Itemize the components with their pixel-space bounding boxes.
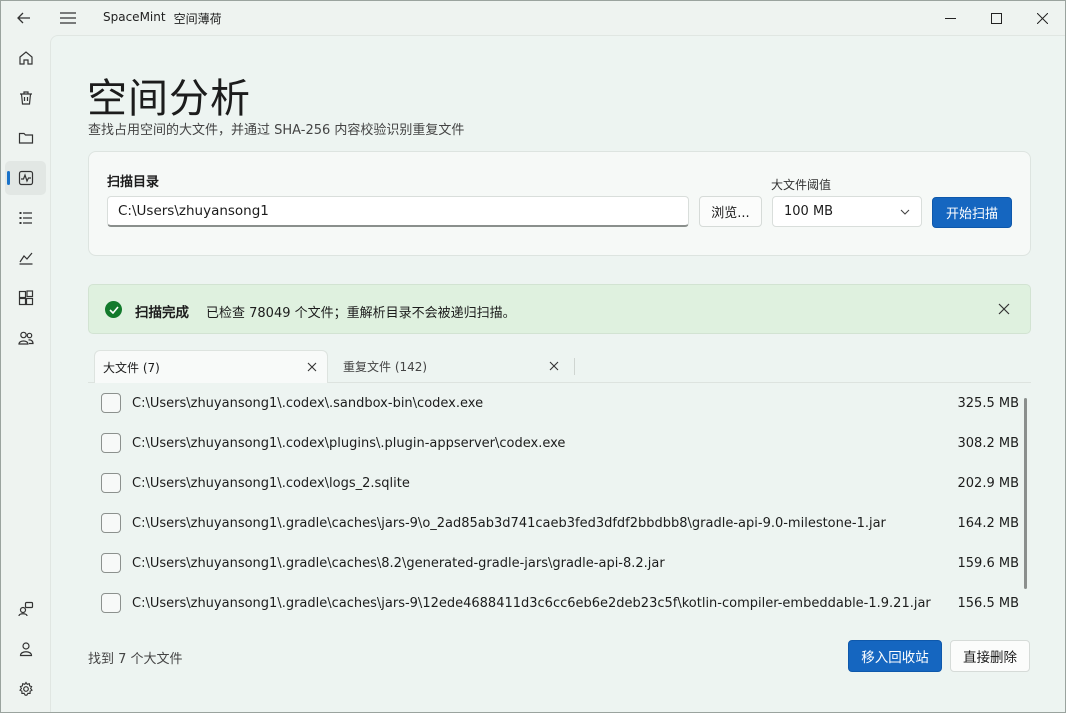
- tab-large-files-label: 大文件 (7): [103, 360, 160, 375]
- file-path: C:\Users\zhuyansong1\.gradle\caches\jars…: [132, 515, 886, 531]
- success-check-icon: [105, 301, 122, 318]
- list-icon: [19, 212, 32, 224]
- app-name-cn: 空间薄荷: [173, 12, 222, 26]
- threshold-value: 100 MB: [784, 204, 834, 219]
- nav-item-cleanup[interactable]: [5, 81, 46, 115]
- list-item[interactable]: C:\Users\zhuyansong1\.codex\plugins\.plu…: [88, 423, 1023, 463]
- activity-icon: [18, 170, 33, 186]
- file-size: 159.6 MB: [957, 555, 1019, 571]
- chart-icon: [19, 252, 32, 265]
- tab-separator: [574, 358, 575, 375]
- info-message: 已检查 78049 个文件；重解析目录不会被递归扫描。: [206, 306, 516, 321]
- threshold-select[interactable]: 100 MB: [772, 196, 922, 227]
- nav-item-account[interactable]: [5, 632, 46, 666]
- app-window: SpaceMint 空间薄荷 空间分析 查找占用空间的大文件，并通过 SHA-2…: [0, 0, 1066, 713]
- file-count-text: 找到 7 个大文件: [88, 652, 183, 667]
- file-size: 202.9 MB: [957, 475, 1019, 491]
- file-checkbox[interactable]: [101, 393, 121, 413]
- app-title: SpaceMint 空间薄荷: [103, 10, 222, 27]
- list-item[interactable]: C:\Users\zhuyansong1\.codex\.sandbox-bin…: [88, 383, 1023, 423]
- start-scan-button[interactable]: 开始扫描: [932, 197, 1012, 228]
- apps-icon: [18, 290, 33, 306]
- file-path: C:\Users\zhuyansong1\.codex\plugins\.plu…: [132, 435, 566, 451]
- page-title: 空间分析: [87, 76, 251, 122]
- close-icon: [998, 303, 1010, 315]
- browse-button[interactable]: 浏览...: [699, 196, 762, 227]
- settings-icon: [18, 681, 33, 696]
- maximize-button[interactable]: [973, 1, 1019, 35]
- file-path: C:\Users\zhuyansong1\.codex\logs_2.sqlit…: [132, 475, 410, 491]
- tab-duplicates[interactable]: 重复文件 (142): [335, 350, 569, 383]
- file-size: 308.2 MB: [957, 435, 1019, 451]
- infobar-close-button[interactable]: [994, 299, 1014, 319]
- folder-icon: [18, 132, 33, 144]
- minimize-icon: [944, 17, 956, 19]
- list-item[interactable]: C:\Users\zhuyansong1\.gradle\caches\jars…: [88, 583, 1023, 623]
- scan-complete-infobar: 扫描完成 已检查 78049 个文件；重解析目录不会被递归扫描。: [88, 284, 1031, 334]
- tab-duplicates-label: 重复文件 (142): [343, 360, 428, 374]
- account-icon: [19, 642, 32, 657]
- close-icon: [307, 362, 317, 372]
- nav-item-users[interactable]: [5, 321, 46, 355]
- trash-icon: [19, 91, 32, 105]
- nav-item-apps[interactable]: [5, 281, 46, 315]
- file-size: 164.2 MB: [957, 515, 1019, 531]
- delete-directly-button[interactable]: 直接删除: [950, 640, 1030, 672]
- list-item[interactable]: C:\Users\zhuyansong1\.codex\logs_2.sqlit…: [88, 463, 1023, 503]
- minimize-button[interactable]: [927, 1, 973, 35]
- back-arrow-icon: [17, 12, 30, 24]
- tab-close-button[interactable]: [547, 359, 561, 373]
- file-path: C:\Users\zhuyansong1\.codex\.sandbox-bin…: [132, 395, 484, 411]
- large-files-list: C:\Users\zhuyansong1\.codex\.sandbox-bin…: [88, 383, 1031, 623]
- result-tabs: 大文件 (7) 重复文件 (142): [88, 350, 1031, 383]
- app-name: SpaceMint: [103, 10, 166, 24]
- nav-item-list[interactable]: [5, 201, 46, 235]
- nav-item-folders[interactable]: [5, 121, 46, 155]
- close-icon: [1036, 12, 1048, 24]
- move-to-recycle-bin-button[interactable]: 移入回收站: [848, 640, 942, 672]
- nav-rail: [1, 35, 51, 712]
- file-checkbox[interactable]: [101, 513, 121, 533]
- file-checkbox[interactable]: [101, 473, 121, 493]
- file-size: 156.5 MB: [957, 595, 1019, 611]
- scan-settings-card: 扫描目录 C:\Users\zhuyansong1 浏览... 大文件阈值 10…: [88, 151, 1031, 256]
- nav-item-home[interactable]: [5, 41, 46, 75]
- scan-dir-label: 扫描目录: [107, 175, 160, 190]
- people-icon: [17, 331, 34, 345]
- close-window-button[interactable]: [1019, 1, 1065, 35]
- maximize-icon: [990, 12, 1002, 24]
- file-checkbox[interactable]: [101, 433, 121, 453]
- file-size: 325.5 MB: [957, 395, 1019, 411]
- menu-button[interactable]: [48, 1, 88, 35]
- nav-item-settings[interactable]: [5, 672, 46, 706]
- info-title: 扫描完成: [135, 305, 189, 321]
- file-path: C:\Users\zhuyansong1\.gradle\caches\8.2\…: [132, 555, 665, 571]
- file-checkbox[interactable]: [101, 593, 121, 613]
- scan-dir-input[interactable]: C:\Users\zhuyansong1: [107, 196, 689, 227]
- person-feedback-icon: [17, 601, 33, 617]
- tab-large-files[interactable]: 大文件 (7): [94, 350, 328, 383]
- tab-close-button[interactable]: [305, 360, 319, 374]
- back-button[interactable]: [4, 1, 44, 35]
- nav-item-trends[interactable]: [5, 241, 46, 275]
- title-bar: SpaceMint 空间薄荷: [1, 1, 1065, 35]
- list-scrollbar[interactable]: [1024, 398, 1027, 589]
- file-checkbox[interactable]: [101, 553, 121, 573]
- chevron-down-icon: [900, 209, 910, 215]
- nav-item-analysis[interactable]: [5, 161, 46, 195]
- list-item[interactable]: C:\Users\zhuyansong1\.gradle\caches\jars…: [88, 503, 1023, 543]
- close-icon: [549, 361, 559, 371]
- content-area: 空间分析 查找占用空间的大文件，并通过 SHA-256 内容校验识别重复文件 扫…: [50, 35, 1065, 712]
- file-path: C:\Users\zhuyansong1\.gradle\caches\jars…: [132, 595, 931, 611]
- threshold-label: 大文件阈值: [771, 178, 832, 192]
- home-icon: [18, 51, 33, 65]
- page-subtitle: 查找占用空间的大文件，并通过 SHA-256 内容校验识别重复文件: [88, 123, 465, 138]
- nav-item-feedback[interactable]: [5, 592, 46, 626]
- hamburger-icon: [60, 12, 76, 24]
- list-item[interactable]: C:\Users\zhuyansong1\.gradle\caches\8.2\…: [88, 543, 1023, 583]
